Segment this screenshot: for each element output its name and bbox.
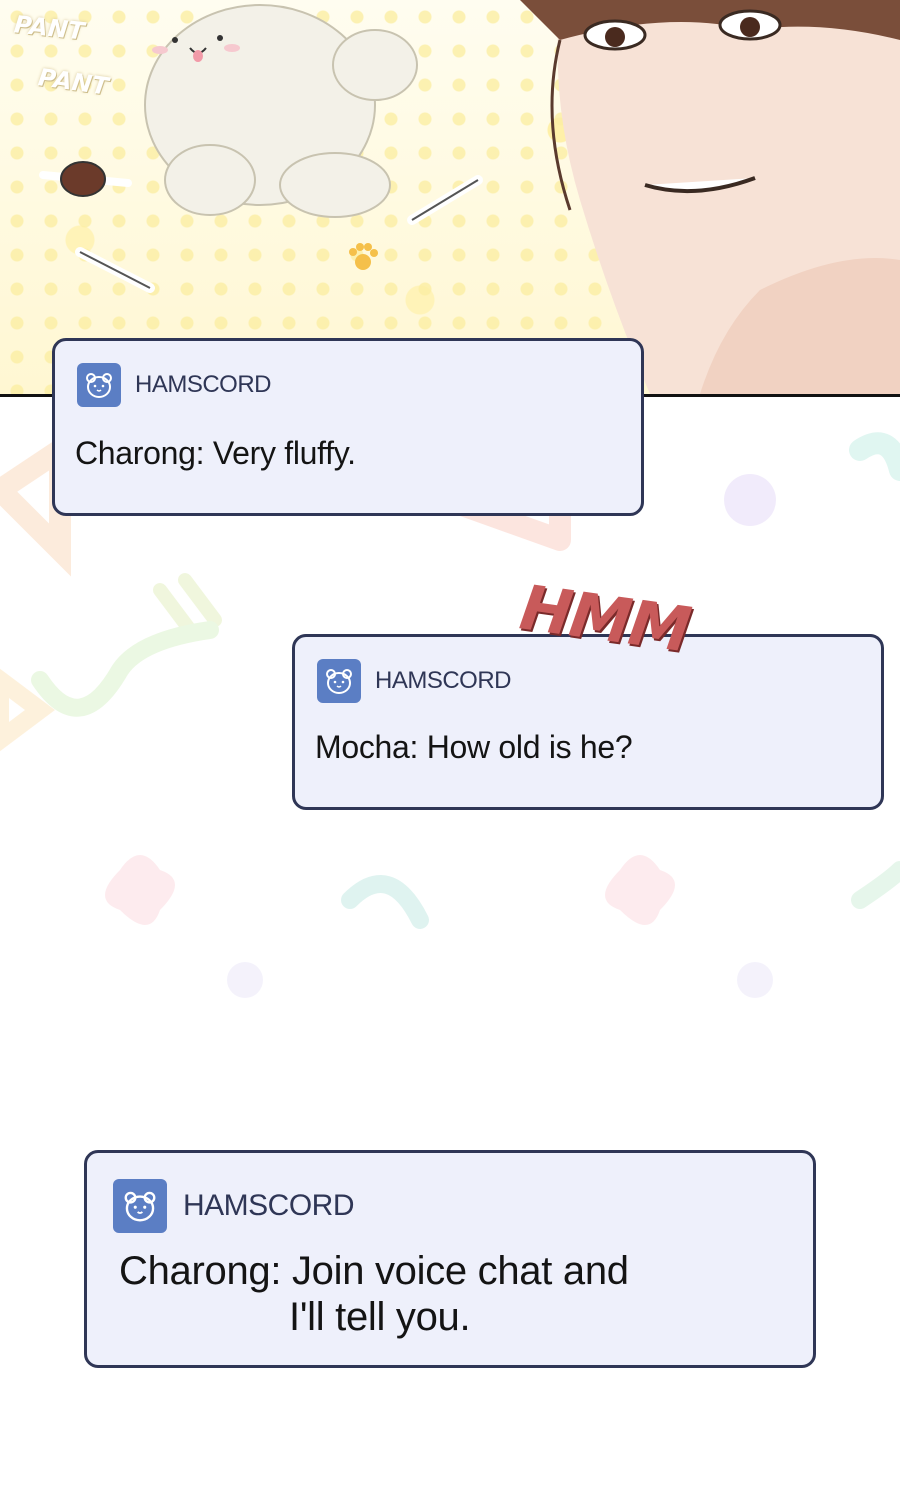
comic-panel: PANT PANT [0,0,900,394]
bone-icon [407,175,483,225]
notification-header: HAMSCORD [317,659,512,703]
notification-header: HAMSCORD [113,1179,355,1233]
notification-header: HAMSCORD [77,363,272,407]
app-name: HAMSCORD [135,371,272,398]
notification-message-line-1: Charong: Join voice chat and [119,1249,629,1293]
man-face-illustration [520,0,900,394]
notification-message: Charong: Very fluffy. [75,435,356,471]
notification-message: Mocha: How old is he? [315,729,633,765]
app-name: HAMSCORD [183,1189,355,1222]
notification-message-line-2: I'll tell you. [289,1295,471,1339]
hamster-icon [113,1179,167,1233]
app-name: HAMSCORD [375,667,512,694]
notification-card[interactable]: HAMSCORD Mocha: How old is he? [292,634,884,810]
fluffy-dog-illustration [144,4,418,218]
notification-card[interactable]: HAMSCORD Charong: Join voice chat and I'… [84,1150,816,1368]
hamster-icon [77,363,121,407]
meat-bone-icon [39,161,132,197]
notification-card[interactable]: HAMSCORD Charong: Very fluffy. [52,338,644,516]
hamster-icon [317,659,361,703]
paw-print-icon [349,243,378,270]
bone-icon [75,247,155,293]
